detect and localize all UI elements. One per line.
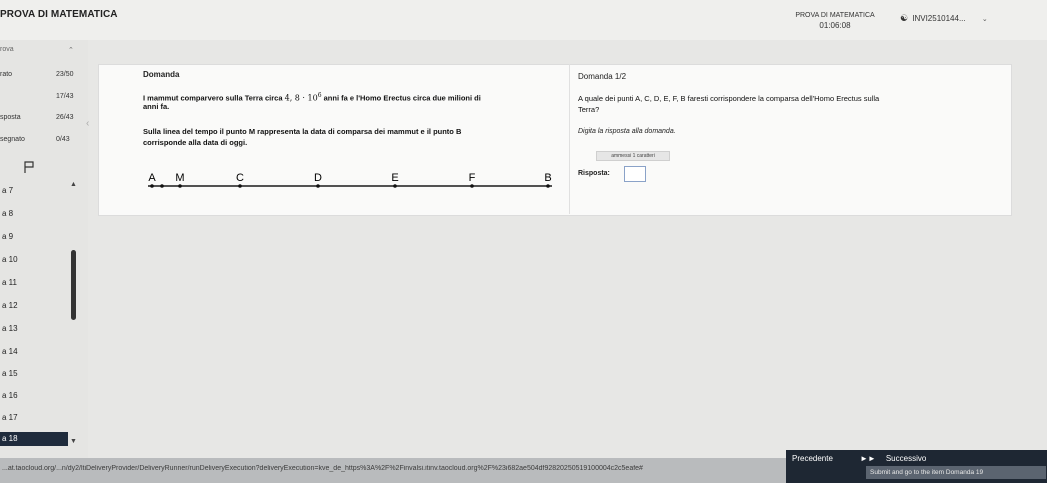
stimulus-text: Sulla linea del tempo il punto M rappres… (143, 127, 462, 136)
sidebar-section-title: rova (0, 46, 14, 53)
point-label-C: C (236, 172, 244, 184)
stat-value: 23/50 (56, 71, 74, 78)
chevron-down-icon: ⌄ (981, 16, 988, 23)
app-title: PROVA DI MATEMATICA (0, 9, 118, 20)
point-label-F: F (469, 172, 476, 184)
stat-label: segnato (0, 136, 25, 143)
sidebar-item[interactable]: a 10 (0, 253, 68, 267)
answer-input[interactable] (624, 166, 646, 182)
prompt-text: Terra? (578, 105, 600, 114)
stat-value: 26/43 (56, 114, 74, 121)
char-counter: ammessi 1 caratteri (596, 151, 670, 161)
top-bar: PROVA DI MATEMATICA PROVA DI MATEMATICA … (0, 0, 1047, 40)
stimulus-text: anni fa e l'Homo Erectus circa due milio… (323, 93, 481, 103)
stimulus-exponent: 6 (317, 92, 322, 99)
user-menu[interactable]: ☯ INVI2510144... ⌄ (898, 13, 988, 24)
sidebar-item-active[interactable]: a 18 (0, 432, 68, 446)
tick-E (393, 184, 397, 188)
stat-label: sposta (0, 114, 21, 121)
point-label-A: A (148, 172, 156, 184)
sidebar-item[interactable]: a 15 (0, 367, 68, 381)
status-url: ...at.taocloud.org/...n/dy2/ltiDeliveryP… (2, 465, 643, 472)
timer: 01:06:08 (819, 21, 851, 30)
next-button[interactable]: ►► Successivo (860, 454, 926, 463)
prompt-text: A quale dei punti A, C, D, E, F, B fares… (578, 94, 880, 103)
stat-label: rato (0, 71, 13, 78)
sidebar-item[interactable]: a 13 (0, 322, 68, 336)
tick-B (546, 184, 550, 188)
point-label-B: B (544, 172, 551, 184)
tick-D (316, 184, 320, 188)
user-name: INVI2510144... (912, 14, 966, 23)
next-label: Successivo (885, 454, 927, 463)
sidebar-item[interactable]: a 14 (0, 345, 68, 359)
sidebar-item[interactable]: a 17 (0, 411, 68, 425)
tick-F (470, 184, 474, 188)
stimulus-text: anni fa. (143, 102, 170, 111)
sidebar-item[interactable]: a 11 (0, 276, 68, 290)
scroll-up-icon[interactable]: ▲ (70, 181, 77, 188)
test-title-block: PROVA DI MATEMATICA 01:06:08 (780, 11, 890, 31)
point-label-E: E (391, 172, 398, 184)
tick-A2 (160, 184, 164, 188)
timeline-diagram: A M C D E F B (148, 172, 552, 188)
tick-C (238, 184, 242, 188)
panel-divider (569, 64, 570, 214)
tick-M (178, 184, 182, 188)
prompt-title: Domanda 1/2 (578, 72, 627, 81)
point-label-D: D (314, 172, 322, 184)
stimulus-title: Domanda (143, 70, 180, 79)
stimulus-math: 4, 8 · 10 (284, 93, 318, 103)
sidebar-scrollbar[interactable] (71, 250, 76, 320)
point-label-M: M (175, 172, 184, 184)
test-title: PROVA DI MATEMATICA (795, 12, 875, 19)
next-arrow-icon: ►► (860, 454, 876, 463)
sidebar-item[interactable]: a 7 (0, 184, 68, 198)
answer-label: Risposta: (578, 170, 610, 177)
instruction-text: Digita la risposta alla domanda. (578, 128, 676, 135)
stimulus-text: corrisponde alla data di oggi. (143, 138, 248, 147)
sidebar-section-header[interactable]: rova ⌃ (0, 46, 88, 54)
stat-value: 0/43 (56, 136, 70, 143)
sidebar-item[interactable]: a 9 (0, 230, 68, 244)
flag-icon[interactable] (22, 160, 36, 174)
scroll-down-icon[interactable]: ▼ (70, 438, 77, 445)
sidebar-item[interactable]: a 8 (0, 207, 68, 221)
submit-tooltip: Submit and go to the item Domanda 19 (866, 466, 1046, 479)
sidebar-item[interactable]: a 12 (0, 299, 68, 313)
previous-button[interactable]: Precedente (792, 454, 833, 463)
stat-value: 17/43 (56, 93, 74, 100)
stimulus-line-1: I mammut comparvero sulla Terra circa 4,… (143, 90, 481, 104)
collapse-sidebar-icon[interactable]: ‹ (86, 118, 89, 129)
sidebar-item[interactable]: a 16 (0, 389, 68, 403)
tick-A (150, 184, 154, 188)
chevron-up-icon: ⌃ (68, 47, 74, 54)
user-icon: ☯ (899, 13, 909, 23)
